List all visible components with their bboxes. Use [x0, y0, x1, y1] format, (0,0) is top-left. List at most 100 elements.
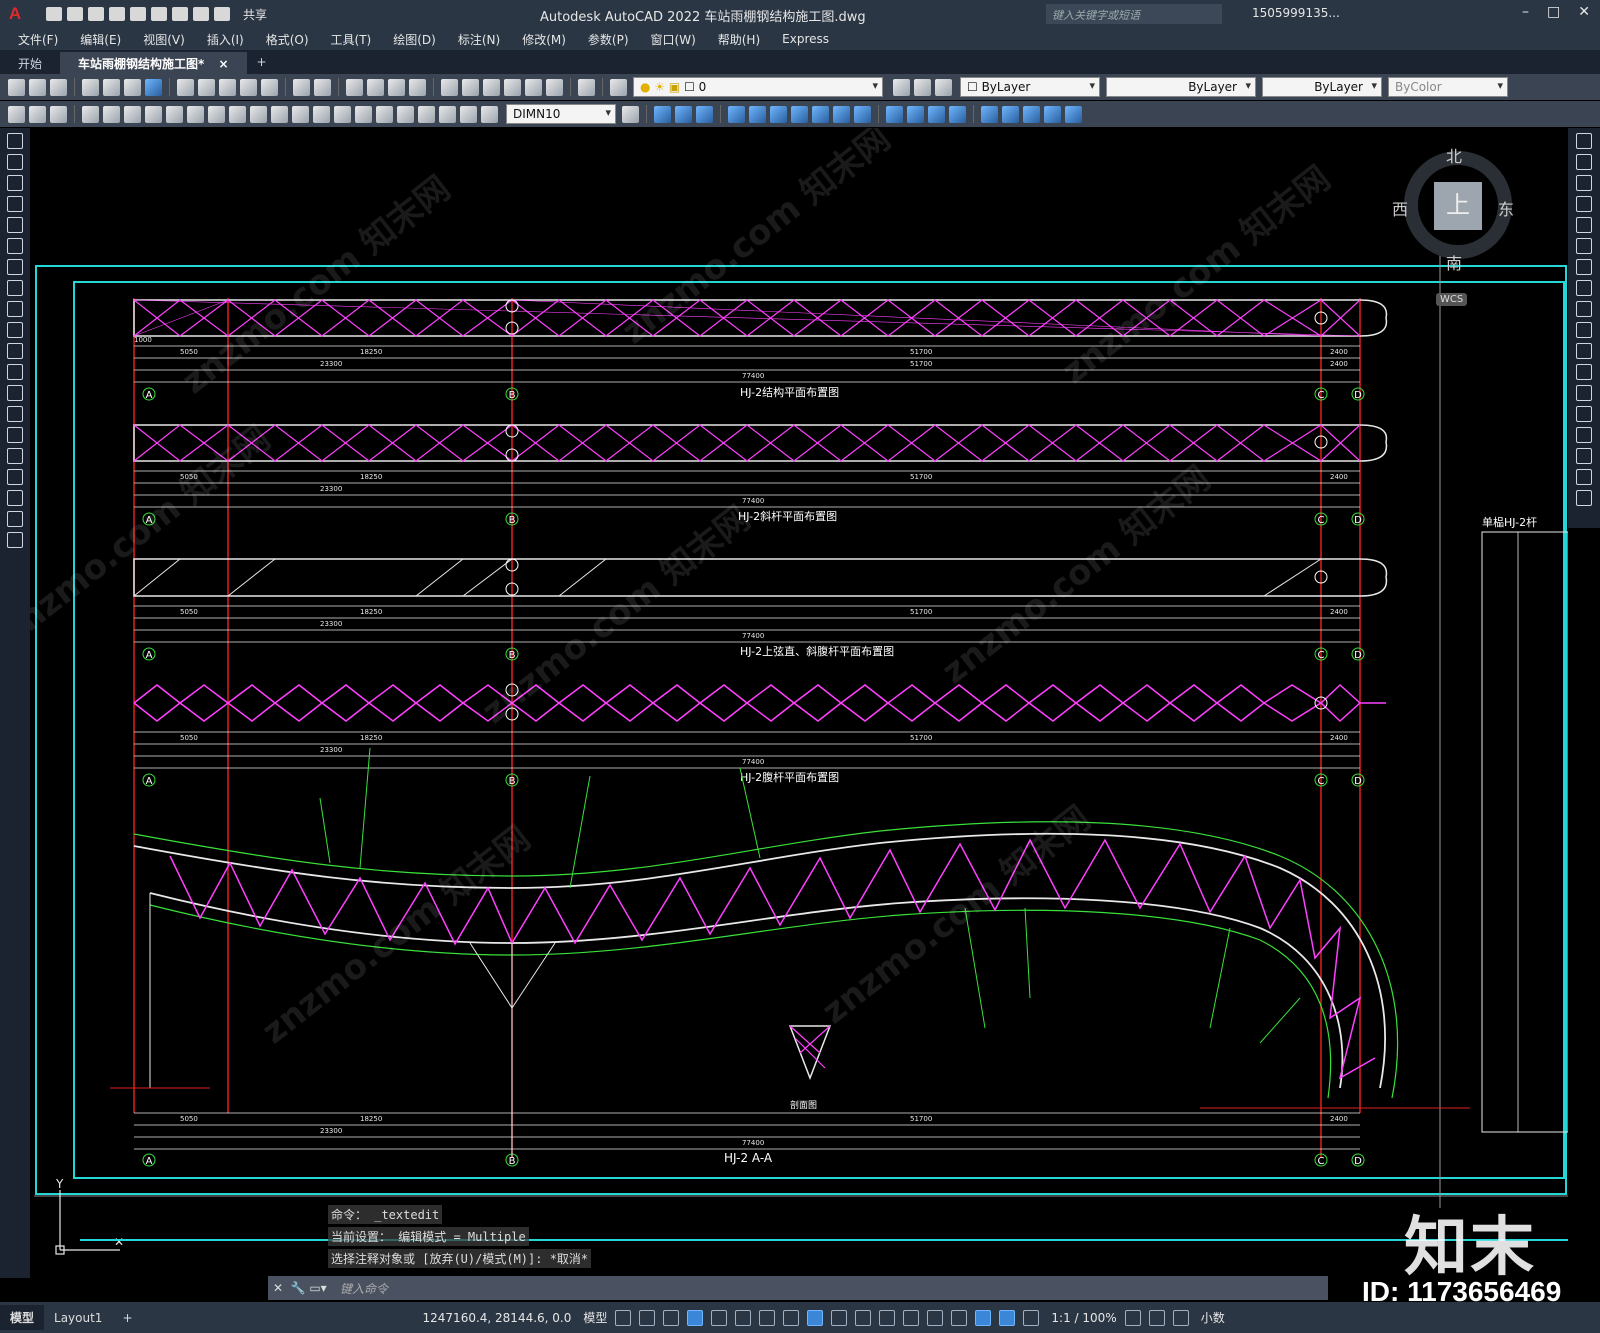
- publish-icon[interactable]: [124, 78, 141, 96]
- ordinate-dim-icon[interactable]: [145, 105, 162, 123]
- paste-icon[interactable]: [219, 78, 236, 96]
- menu-tools[interactable]: 工具(T): [331, 31, 372, 48]
- linear-dim-icon[interactable]: [82, 105, 99, 123]
- diameter-dim-icon[interactable]: [208, 105, 225, 123]
- tab-layout1[interactable]: Layout1: [44, 1307, 112, 1329]
- construction-line-icon[interactable]: [7, 154, 23, 170]
- insert-block-icon[interactable]: [7, 364, 23, 380]
- break-icon[interactable]: [1576, 385, 1592, 401]
- zoom-window-icon[interactable]: [388, 78, 405, 96]
- join-icon[interactable]: [1576, 406, 1592, 422]
- compass-north[interactable]: 北: [1446, 143, 1462, 167]
- dim-space-icon[interactable]: [313, 105, 330, 123]
- grid-icon[interactable]: [615, 1309, 632, 1326]
- 3d-wedge-icon[interactable]: [675, 105, 692, 123]
- menu-edit[interactable]: 编辑(E): [80, 31, 121, 48]
- stretch-icon[interactable]: [1576, 301, 1592, 317]
- layer-properties-icon[interactable]: [610, 78, 627, 96]
- ortho-icon[interactable]: [711, 1309, 728, 1326]
- tool-palettes-icon[interactable]: [483, 78, 500, 96]
- layer-previous-icon[interactable]: [914, 78, 931, 96]
- tab-start[interactable]: 开始: [0, 52, 60, 74]
- hatch-icon[interactable]: [7, 427, 23, 443]
- ucs-face-icon[interactable]: [1044, 105, 1061, 123]
- union-icon[interactable]: [812, 105, 829, 123]
- save-web-icon[interactable]: [151, 7, 167, 21]
- viewcube[interactable]: 上 北 南 西 东 WCS: [1392, 135, 1518, 306]
- open-icon[interactable]: [29, 78, 46, 96]
- jogged-linear-icon[interactable]: [418, 105, 435, 123]
- selection-filter-icon[interactable]: [951, 1309, 968, 1326]
- compass-south[interactable]: 南: [1446, 250, 1462, 274]
- model-space-button[interactable]: 模型: [583, 1309, 607, 1326]
- isodraft-icon[interactable]: [759, 1309, 776, 1326]
- dimstyle-dropdown[interactable]: DIMN10: [506, 104, 616, 124]
- add-selected-icon[interactable]: [7, 532, 23, 548]
- inspection-icon[interactable]: [397, 105, 414, 123]
- ucs-world-icon[interactable]: [1002, 105, 1019, 123]
- snap-icon[interactable]: [639, 1309, 656, 1326]
- arc-icon[interactable]: [7, 238, 23, 254]
- undo-icon[interactable]: [193, 7, 209, 21]
- dim-edit-icon[interactable]: [439, 105, 456, 123]
- coordinates-readout[interactable]: 1247160.4, 28144.6, 0.0: [423, 1311, 572, 1325]
- qnew-icon[interactable]: [8, 78, 25, 96]
- 3d-dwf-icon[interactable]: [145, 78, 162, 96]
- offset-icon[interactable]: [1576, 196, 1592, 212]
- wcs-menu[interactable]: WCS: [1436, 293, 1468, 306]
- design-center-icon[interactable]: [462, 78, 479, 96]
- gradient-icon[interactable]: [7, 448, 23, 464]
- units-icon[interactable]: [1172, 1309, 1189, 1326]
- dim-break-icon[interactable]: [334, 105, 351, 123]
- cut-icon[interactable]: [177, 78, 194, 96]
- ellipse-icon[interactable]: [7, 322, 23, 338]
- break-at-point-icon[interactable]: [1576, 364, 1592, 380]
- new-file-icon[interactable]: [46, 7, 62, 21]
- compass-west[interactable]: 西: [1392, 196, 1408, 220]
- dynamic-ucs-icon[interactable]: [927, 1309, 944, 1326]
- menu-insert[interactable]: 插入(I): [207, 31, 244, 48]
- match-properties-icon[interactable]: [240, 78, 257, 96]
- polygon-icon[interactable]: [7, 196, 23, 212]
- gizmo-icon[interactable]: [975, 1309, 992, 1326]
- share-button[interactable]: 共享: [243, 6, 267, 23]
- line-icon[interactable]: [7, 133, 23, 149]
- polyline-icon[interactable]: [7, 175, 23, 191]
- pan-icon[interactable]: [346, 78, 363, 96]
- annotation-scale[interactable]: 1:1 / 100%: [1051, 1311, 1116, 1325]
- open-file-icon[interactable]: [67, 7, 83, 21]
- ellipse-arc-icon[interactable]: [7, 343, 23, 359]
- point-icon[interactable]: [7, 406, 23, 422]
- preview-icon[interactable]: [103, 78, 120, 96]
- dynamic-input-icon[interactable]: [687, 1309, 704, 1326]
- radius-dim-icon[interactable]: [166, 105, 183, 123]
- compass-east[interactable]: 东: [1498, 196, 1514, 220]
- help-icon[interactable]: [578, 78, 595, 96]
- menu-draw[interactable]: 绘图(D): [393, 31, 436, 48]
- circle-icon[interactable]: [7, 259, 23, 275]
- transparency-icon[interactable]: [855, 1309, 872, 1326]
- plotstyle-dropdown[interactable]: ByColor: [1388, 77, 1508, 97]
- menu-format[interactable]: 格式(O): [266, 31, 309, 48]
- infer-constraints-icon[interactable]: [663, 1309, 680, 1326]
- save-as-icon[interactable]: [109, 7, 125, 21]
- extend-icon[interactable]: [1576, 343, 1592, 359]
- chamfer-icon[interactable]: [1576, 427, 1592, 443]
- copy-icon[interactable]: [198, 78, 215, 96]
- text-to-front-icon[interactable]: [50, 105, 67, 123]
- array-icon[interactable]: [1576, 217, 1592, 233]
- plot-icon[interactable]: [82, 78, 99, 96]
- customize-icon[interactable]: 🔧: [288, 1281, 308, 1295]
- move-icon[interactable]: [1576, 238, 1592, 254]
- intersect-icon[interactable]: [854, 105, 871, 123]
- open-web-icon[interactable]: [130, 7, 146, 21]
- ucs-icon[interactable]: [981, 105, 998, 123]
- trim-icon[interactable]: [1576, 322, 1592, 338]
- explode-icon[interactable]: [1576, 490, 1592, 506]
- color-dropdown[interactable]: ☐ ByLayer: [960, 77, 1100, 97]
- revision-cloud-icon[interactable]: [7, 280, 23, 296]
- tolerance-icon[interactable]: [355, 105, 372, 123]
- layer-dropdown[interactable]: ● ☀ ▣ ☐ 0: [633, 77, 883, 97]
- lineweight-dropdown[interactable]: ByLayer: [1262, 77, 1382, 97]
- presspull-icon[interactable]: [886, 105, 903, 123]
